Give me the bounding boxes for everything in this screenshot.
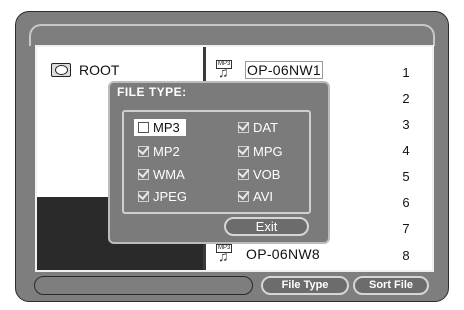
checkbox-checked-icon (238, 169, 249, 180)
file-number: 3 (402, 117, 410, 132)
mp3-file-icon: MP3 ♫ (216, 244, 233, 264)
root-folder[interactable]: ROOT (51, 62, 119, 78)
file-row-1[interactable]: MP3 ♫ OP-06NW1 (216, 60, 323, 80)
file-number: 5 (402, 169, 410, 184)
checkbox-checked-icon (238, 122, 249, 133)
file-name: OP-06NW1 (245, 61, 323, 79)
file-number: 4 (402, 143, 410, 158)
checkbox-mp2[interactable]: MP2 (138, 144, 180, 159)
checkbox-mpg[interactable]: MPG (238, 144, 283, 159)
file-number: 8 (402, 248, 410, 263)
exit-button[interactable]: Exit (224, 217, 309, 236)
status-bar (34, 276, 253, 295)
dialog-title: FILE TYPE: (117, 85, 187, 99)
checkbox-checked-icon (238, 146, 249, 157)
file-number: 7 (402, 221, 410, 236)
file-number: 2 (402, 91, 410, 106)
checkbox-icon (138, 122, 149, 133)
checkbox-checked-icon (138, 169, 149, 180)
checkbox-mp3[interactable]: MP3 (134, 119, 186, 136)
file-name: OP-06NW8 (246, 246, 320, 262)
file-row-8[interactable]: MP3 ♫ OP-06NW8 (216, 244, 320, 264)
header-bar (29, 24, 435, 46)
file-number: 6 (402, 195, 410, 210)
file-type-button[interactable]: File Type (261, 276, 349, 295)
checkbox-wma[interactable]: WMA (138, 167, 185, 182)
sort-file-button[interactable]: Sort File (353, 276, 429, 295)
checkbox-avi[interactable]: AVI (238, 189, 273, 204)
checkbox-jpeg[interactable]: JPEG (138, 189, 187, 204)
checkbox-dat[interactable]: DAT (238, 120, 278, 135)
file-number: 1 (402, 65, 410, 80)
checkbox-checked-icon (138, 146, 149, 157)
disc-icon (51, 63, 71, 77)
root-label: ROOT (79, 62, 120, 78)
mp3-file-icon: MP3 ♫ (216, 60, 233, 80)
checkbox-checked-icon (138, 191, 149, 202)
checkbox-checked-icon (238, 191, 249, 202)
checkbox-vob[interactable]: VOB (238, 167, 280, 182)
